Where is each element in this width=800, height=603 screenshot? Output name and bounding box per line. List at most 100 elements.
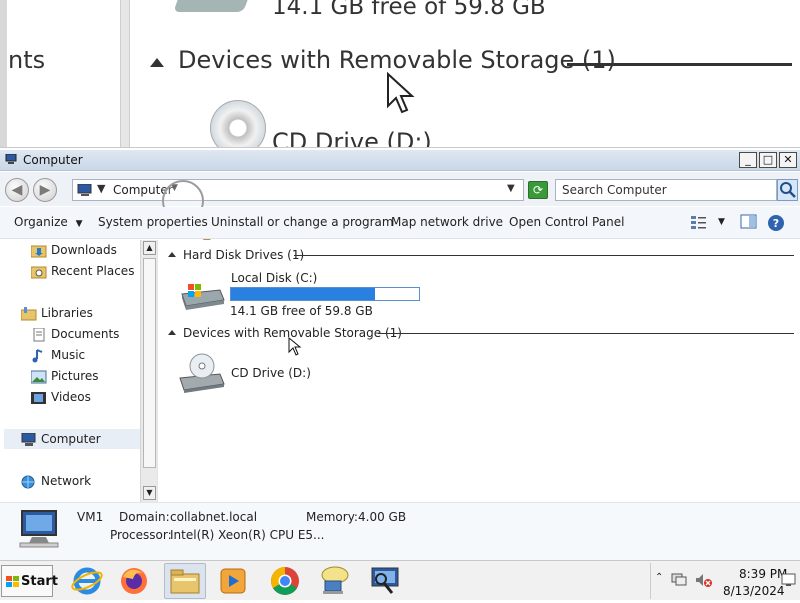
media-player-icon <box>220 568 246 594</box>
details-pane: VM1 Domain: collabnet.local Memory: 4.00… <box>0 502 800 560</box>
zoom-group-rule <box>567 63 792 66</box>
computer-app-icon <box>371 567 399 594</box>
disk-usage-fill <box>231 288 375 300</box>
zoom-nav-fragment: nts <box>8 46 46 74</box>
svg-text:?: ? <box>773 217 779 230</box>
minimize-button[interactable]: _ <box>739 152 757 168</box>
nav-label: Recent Places <box>51 264 135 278</box>
nav-label: Network <box>41 474 92 488</box>
chevron-down-icon[interactable]: ▼ <box>97 182 105 195</box>
show-hidden-icons-icon[interactable]: ⌃ <box>655 572 663 583</box>
back-button[interactable]: ◀ <box>5 178 29 202</box>
taskbar-internet-explorer[interactable] <box>66 563 108 599</box>
nav-label: Libraries <box>41 306 93 320</box>
drive-item-cd-drive[interactable]: CD Drive (D:) <box>174 348 374 398</box>
firefox-icon <box>121 568 147 594</box>
hard-drive-icon <box>181 284 225 310</box>
drive-name: Local Disk (C:) <box>231 271 318 285</box>
music-icon <box>32 349 43 363</box>
taskbar-firefox[interactable] <box>113 563 155 599</box>
volume-muted-icon[interactable] <box>695 572 713 588</box>
organize-label: Organize <box>14 215 68 229</box>
network-user-icon <box>321 566 349 594</box>
help-icon[interactable]: ? <box>767 214 785 232</box>
taskbar-chrome[interactable] <box>264 563 306 599</box>
taskbar-network-user[interactable] <box>313 563 355 599</box>
downloads-folder-icon <box>31 245 47 258</box>
view-options-icon[interactable] <box>690 214 708 230</box>
nav-label: Computer <box>41 432 101 446</box>
close-button[interactable]: ✕ <box>779 152 797 168</box>
zoom-free-space-text: 14.1 GB free of 59.8 GB <box>272 0 546 20</box>
removable-storage-group[interactable]: Devices with Removable Storage (1) <box>168 326 402 340</box>
magnifier-zoom-view: 14.1 GB free of 59.8 GB nts Devices with… <box>0 0 800 148</box>
system-properties-button[interactable]: System properties <box>98 215 208 229</box>
chevron-down-icon: ▼ <box>75 219 83 229</box>
scroll-up-icon[interactable]: ▲ <box>143 241 156 255</box>
zoom-mouse-cursor-icon <box>387 72 415 114</box>
network-status-icon[interactable] <box>671 572 687 588</box>
maximize-button[interactable]: □ <box>759 152 777 168</box>
chrome-icon <box>271 567 299 595</box>
scroll-down-icon[interactable]: ▼ <box>143 486 156 500</box>
refresh-button[interactable]: ⟳ <box>528 181 548 199</box>
pictures-icon <box>31 370 47 384</box>
domain-label: Domain: <box>119 510 170 524</box>
open-control-panel-button[interactable]: Open Control Panel <box>509 215 624 229</box>
command-bar: Organize ▼ System properties Uninstall o… <box>0 207 800 239</box>
computer-name: VM1 <box>77 510 104 524</box>
documents-icon <box>33 328 45 342</box>
nav-label: Pictures <box>51 369 99 383</box>
zoom-cd-drive-icon <box>210 100 266 147</box>
collapse-triangle-icon[interactable] <box>168 252 176 257</box>
address-dropdown-icon[interactable]: ▼ <box>507 183 515 194</box>
computer-icon <box>77 184 92 196</box>
content-pane: Hard Disk Drives (1) Local Disk (C:) 14.… <box>160 240 800 502</box>
search-button[interactable] <box>777 179 798 201</box>
start-label: Start <box>21 574 58 589</box>
hard-disk-drives-group[interactable]: Hard Disk Drives (1) <box>168 248 304 262</box>
preview-pane-icon[interactable] <box>740 214 758 230</box>
nav-label: Videos <box>51 390 91 404</box>
address-bar: ◀ ▶ ▼ Computer ▼ ▼ ⟳ Search Computer <box>0 172 800 244</box>
taskbar-computer-app[interactable] <box>364 563 406 599</box>
drive-free-space: 14.1 GB free of 59.8 GB <box>230 304 373 318</box>
memory-value: 4.00 GB <box>358 510 407 524</box>
uninstall-program-button[interactable]: Uninstall or change a program <box>211 215 394 229</box>
clock-date[interactable]: 8/13/2024 <box>723 584 785 598</box>
zoom-scrollbar-edge <box>120 0 130 147</box>
map-network-drive-button[interactable]: Map network drive <box>391 215 503 229</box>
scroll-thumb[interactable] <box>143 258 156 468</box>
title-bar[interactable]: Computer _ □ ✕ <box>0 150 800 171</box>
file-explorer-icon <box>170 569 200 594</box>
forward-button[interactable]: ▶ <box>33 178 57 202</box>
zoom-cd-drive-label: CD Drive (D:) <box>272 128 432 148</box>
start-button[interactable]: Start <box>1 565 58 597</box>
windows-logo-icon <box>6 576 19 587</box>
nav-label: Documents <box>51 327 120 341</box>
memory-label: Memory: <box>306 510 358 524</box>
address-field[interactable]: ▼ Computer ▼ ▼ <box>72 179 524 201</box>
zoom-collapse-triangle-icon <box>150 58 164 67</box>
processor-value: Intel(R) Xeon(R) CPU E5... <box>170 528 325 542</box>
cd-drive-icon <box>179 353 225 393</box>
action-center-icon[interactable] <box>781 572 797 588</box>
group-label: Hard Disk Drives (1) <box>183 248 305 262</box>
group-divider <box>378 333 794 334</box>
organize-button[interactable]: Organize ▼ <box>14 215 83 229</box>
network-icon <box>21 475 35 489</box>
nav-label: Downloads <box>51 243 117 257</box>
libraries-icon <box>21 307 37 321</box>
navigation-pane: Downloads Recent Places Libraries Docume… <box>0 240 158 502</box>
computer-icon <box>5 154 17 164</box>
taskbar-file-explorer[interactable] <box>164 563 206 599</box>
collapse-triangle-icon[interactable] <box>168 330 176 335</box>
view-dropdown-icon[interactable]: ▼ <box>718 217 725 227</box>
system-tray: ⌃ 8:39 PM 8/13/2024 <box>650 563 798 599</box>
nav-scrollbar[interactable]: ▲ ▼ <box>140 240 157 502</box>
internet-explorer-icon <box>71 567 103 595</box>
processor-label: Processor: <box>110 528 172 542</box>
search-input[interactable]: Search Computer <box>555 179 777 201</box>
taskbar-media-player[interactable] <box>212 563 254 599</box>
zoom-window-edge <box>0 0 7 147</box>
